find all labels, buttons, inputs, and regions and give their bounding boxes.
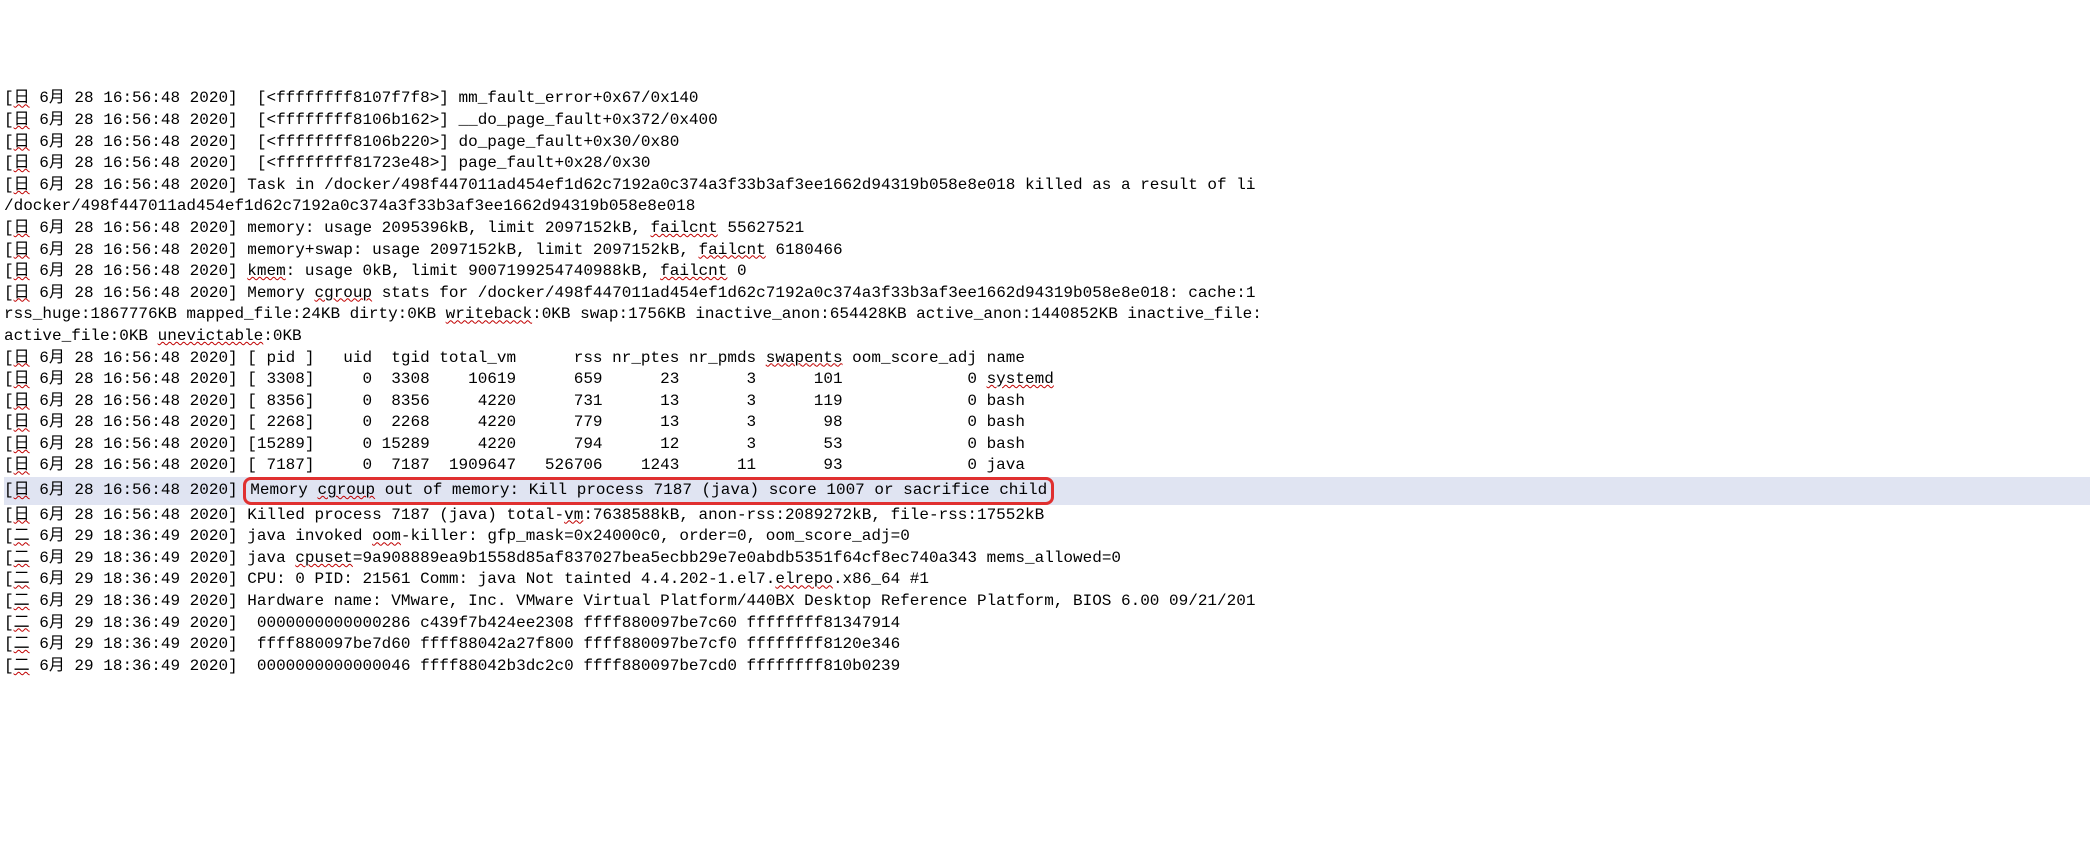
log-line: [日 6月 28 16:56:48 2020] [<ffffffff8106b2…	[4, 132, 2090, 154]
log-line: [日 6月 28 16:56:48 2020] Task in /docker/…	[4, 175, 2090, 197]
log-line: [日 6月 28 16:56:48 2020] Memory cgroup ou…	[4, 477, 2090, 505]
kernel-log-output: [日 6月 28 16:56:48 2020] [<ffffffff8107f7…	[4, 88, 2090, 677]
log-line: rss_huge:1867776KB mapped_file:24KB dirt…	[4, 304, 2090, 326]
log-line: [日 6月 28 16:56:48 2020] [<ffffffff8106b1…	[4, 110, 2090, 132]
log-line: [二 6月 29 18:36:49 2020] ffff880097be7d60…	[4, 634, 2090, 656]
log-line: [日 6月 28 16:56:48 2020] [15289] 0 15289 …	[4, 434, 2090, 456]
log-line: [日 6月 28 16:56:48 2020] [<ffffffff8107f7…	[4, 88, 2090, 110]
log-line: [日 6月 28 16:56:48 2020] [ 3308] 0 3308 1…	[4, 369, 2090, 391]
log-line: [日 6月 28 16:56:48 2020] memory+swap: usa…	[4, 240, 2090, 262]
log-line: [日 6月 28 16:56:48 2020] kmem: usage 0kB,…	[4, 261, 2090, 283]
log-line: [二 6月 29 18:36:49 2020] Hardware name: V…	[4, 591, 2090, 613]
log-line: [二 6月 29 18:36:49 2020] java invoked oom…	[4, 526, 2090, 548]
log-line: [二 6月 29 18:36:49 2020] java cpuset=9a90…	[4, 548, 2090, 570]
log-line: [二 6月 29 18:36:49 2020] 0000000000000286…	[4, 613, 2090, 635]
log-line: /docker/498f447011ad454ef1d62c7192a0c374…	[4, 196, 2090, 218]
log-line: [二 6月 29 18:36:49 2020] CPU: 0 PID: 2156…	[4, 569, 2090, 591]
log-line: [二 6月 29 18:36:49 2020] 0000000000000046…	[4, 656, 2090, 678]
log-line: [日 6月 28 16:56:48 2020] memory: usage 20…	[4, 218, 2090, 240]
log-line: [日 6月 28 16:56:48 2020] [ pid ] uid tgid…	[4, 348, 2090, 370]
log-line: [日 6月 28 16:56:48 2020] Killed process 7…	[4, 505, 2090, 527]
log-line: [日 6月 28 16:56:48 2020] [<ffffffff81723e…	[4, 153, 2090, 175]
log-line: [日 6月 28 16:56:48 2020] Memory cgroup st…	[4, 283, 2090, 305]
log-line: [日 6月 28 16:56:48 2020] [ 2268] 0 2268 4…	[4, 412, 2090, 434]
log-line: [日 6月 28 16:56:48 2020] [ 7187] 0 7187 1…	[4, 455, 2090, 477]
log-line: active_file:0KB unevictable:0KB	[4, 326, 2090, 348]
oom-kill-highlight: Memory cgroup out of memory: Kill proces…	[243, 477, 1054, 505]
log-line: [日 6月 28 16:56:48 2020] [ 8356] 0 8356 4…	[4, 391, 2090, 413]
